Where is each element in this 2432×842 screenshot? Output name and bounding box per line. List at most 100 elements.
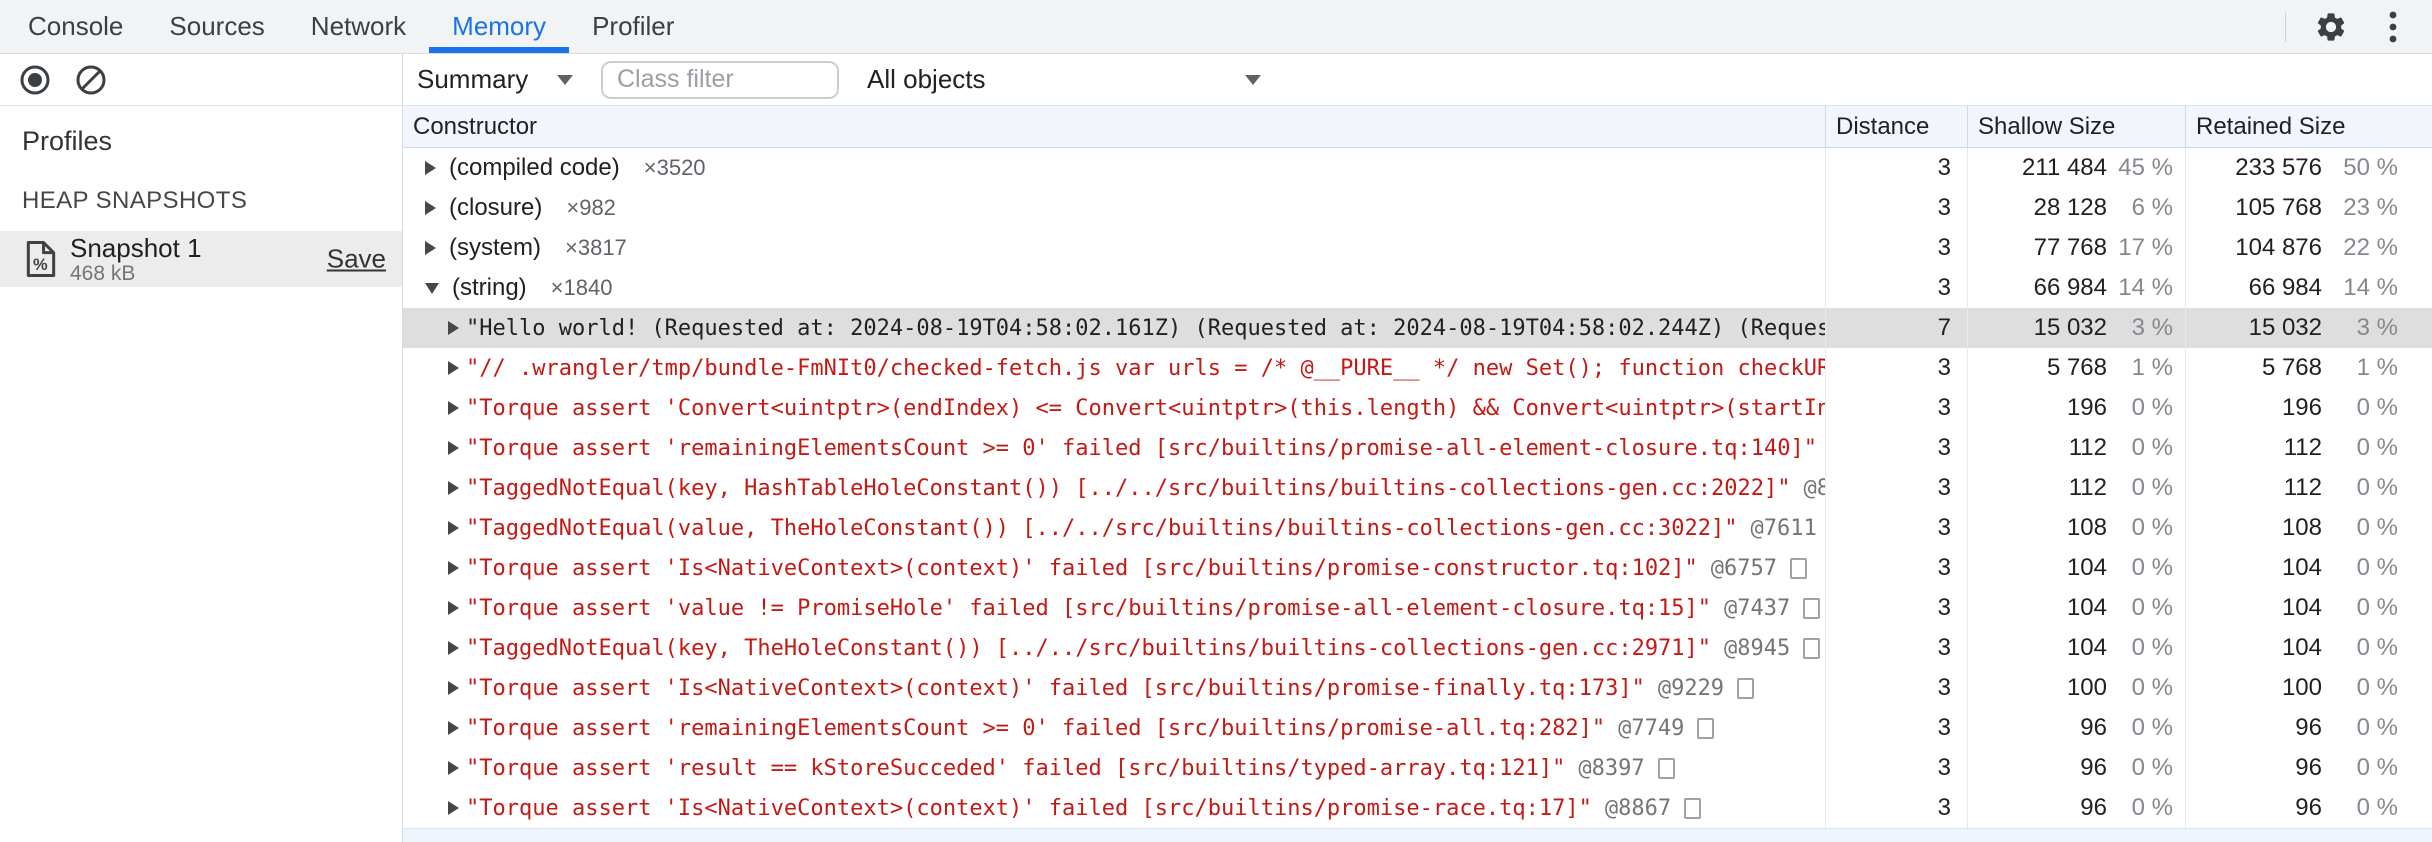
expand-arrow-icon[interactable] xyxy=(448,681,459,695)
column-header-shallow-size[interactable]: Shallow Size xyxy=(1967,106,2185,147)
retained-size-percent: 0 % xyxy=(2356,714,2398,741)
retained-size-value: 96 xyxy=(2295,754,2322,781)
clear-profiles-icon[interactable] xyxy=(74,63,108,97)
link-icon[interactable] xyxy=(1803,597,1821,619)
string-value: "TaggedNotEqual(key, TheHoleConstant()) … xyxy=(466,635,1712,661)
perspective-select[interactable]: Summary xyxy=(403,64,587,95)
distance-cell: 3 xyxy=(1825,708,1967,748)
table-row[interactable]: "Torque assert 'remainingElementsCount >… xyxy=(403,708,2432,748)
expand-arrow-icon[interactable] xyxy=(448,481,459,495)
snapshot-name: Snapshot 1 xyxy=(70,232,202,263)
retained-size-value: 108 xyxy=(2281,514,2322,541)
chevron-down-icon xyxy=(1245,74,1261,85)
record-heap-snapshot-icon[interactable] xyxy=(18,63,52,97)
shallow-size-percent: 0 % xyxy=(2131,754,2173,781)
table-row[interactable]: "Torque assert 'value != PromiseHole' fa… xyxy=(403,588,2432,628)
expand-arrow-icon[interactable] xyxy=(425,201,436,215)
table-row[interactable]: "Torque assert 'Convert<uintptr>(endInde… xyxy=(403,388,2432,428)
save-snapshot-link[interactable]: Save xyxy=(327,244,386,275)
constructor-cell: (compiled code) ×3520 xyxy=(403,148,1825,188)
shallow-size-value: 104 xyxy=(2066,554,2107,581)
distance-cell: 3 xyxy=(1825,228,1967,268)
string-value: "TaggedNotEqual(value, TheHoleConstant()… xyxy=(466,515,1738,541)
column-header-constructor[interactable]: Constructor xyxy=(403,106,1825,147)
expand-arrow-icon[interactable] xyxy=(448,761,459,775)
table-row[interactable]: (closure) ×982 3 28 128 6 % 105 768 23 % xyxy=(403,188,2432,228)
link-icon[interactable] xyxy=(1697,717,1715,739)
expand-arrow-icon[interactable] xyxy=(425,161,436,175)
retained-size-cell: 233 576 50 % xyxy=(2185,148,2432,188)
retained-size-cell: 96 0 % xyxy=(2185,708,2432,748)
expand-arrow-icon[interactable] xyxy=(448,561,459,575)
three-dot-menu-icon[interactable] xyxy=(2376,10,2410,44)
tab-console[interactable]: Console xyxy=(5,0,146,53)
expand-arrow-icon[interactable] xyxy=(448,801,459,815)
table-row[interactable]: "Torque assert 'result == kStoreSucceded… xyxy=(403,748,2432,788)
sidebar-item-snapshot-1[interactable]: % Snapshot 1 468 kB Save xyxy=(0,231,402,287)
table-row[interactable]: (string) ×1840 3 66 984 14 % 66 984 14 % xyxy=(403,268,2432,308)
table-row[interactable]: "Torque assert 'Is<NativeContext>(contex… xyxy=(403,668,2432,708)
shallow-size-percent: 0 % xyxy=(2131,394,2173,421)
settings-gear-icon[interactable] xyxy=(2314,10,2348,44)
shallow-size-percent: 0 % xyxy=(2131,554,2173,581)
shallow-size-cell: 104 0 % xyxy=(1967,588,2185,628)
retained-size-cell: 104 0 % xyxy=(2185,588,2432,628)
column-header-retained-size[interactable]: Retained Size xyxy=(2185,106,2432,147)
expand-arrow-icon[interactable] xyxy=(448,601,459,615)
shallow-size-percent: 0 % xyxy=(2131,514,2173,541)
table-row[interactable]: "// .wrangler/tmp/bundle-FmNIt0/checked-… xyxy=(403,348,2432,388)
table-row[interactable]: (system) ×3817 3 77 768 17 % 104 876 22 … xyxy=(403,228,2432,268)
string-value-wrap: "Torque assert 'Convert<uintptr>(endInde… xyxy=(466,396,1825,421)
distance-cell: 3 xyxy=(1825,468,1967,508)
expand-arrow-icon[interactable] xyxy=(448,521,459,535)
shallow-size-percent: 17 % xyxy=(2118,234,2173,261)
table-row[interactable]: "Torque assert 'Is<NativeContext>(contex… xyxy=(403,788,2432,828)
expand-arrow-icon[interactable] xyxy=(448,401,459,415)
expand-arrow-icon[interactable] xyxy=(448,321,459,335)
tab-memory[interactable]: Memory xyxy=(429,0,569,53)
expand-arrow-icon[interactable] xyxy=(425,241,436,255)
expand-arrow-icon[interactable] xyxy=(448,361,459,375)
retained-size-percent: 0 % xyxy=(2356,474,2398,501)
shallow-size-value: 112 xyxy=(2068,474,2107,501)
retained-size-cell: 112 0 % xyxy=(2185,468,2432,508)
link-icon[interactable] xyxy=(1790,557,1808,579)
link-icon[interactable] xyxy=(1803,637,1821,659)
expand-arrow-icon[interactable] xyxy=(425,282,439,294)
constructor-cell: (system) ×3817 xyxy=(403,228,1825,268)
tab-profiler[interactable]: Profiler xyxy=(569,0,697,53)
column-header-distance[interactable]: Distance xyxy=(1825,106,1967,147)
link-icon[interactable] xyxy=(1737,677,1755,699)
object-id: @7749 xyxy=(1618,715,1685,741)
shallow-size-percent: 0 % xyxy=(2131,794,2173,821)
table-row[interactable]: "TaggedNotEqual(value, TheHoleConstant()… xyxy=(403,508,2432,548)
table-row[interactable]: "Torque assert 'Is<NativeContext>(contex… xyxy=(403,548,2432,588)
tab-sources[interactable]: Sources xyxy=(146,0,287,53)
expand-arrow-icon[interactable] xyxy=(448,721,459,735)
objects-filter-select[interactable]: All objects xyxy=(853,64,1273,95)
expand-arrow-icon[interactable] xyxy=(448,641,459,655)
table-row[interactable]: "Hello world! (Requested at: 2024-08-19T… xyxy=(403,308,2432,348)
link-icon[interactable] xyxy=(1684,797,1702,819)
tab-network[interactable]: Network xyxy=(288,0,429,53)
grid-body: (compiled code) ×3520 3 211 484 45 % 233… xyxy=(403,148,2432,828)
devtools-memory-panel: Console Sources Network Memory Profiler xyxy=(0,0,2432,842)
link-icon[interactable] xyxy=(1657,757,1675,779)
string-value: "Torque assert 'Is<NativeContext>(contex… xyxy=(466,555,1698,581)
shallow-size-percent: 45 % xyxy=(2118,154,2173,181)
retained-size-percent: 23 % xyxy=(2343,194,2398,221)
shallow-size-value: 15 032 xyxy=(2033,314,2107,341)
table-row[interactable]: (compiled code) ×3520 3 211 484 45 % 233… xyxy=(403,148,2432,188)
object-id: @7611 xyxy=(1750,515,1817,541)
retained-size-value: 66 984 xyxy=(2248,274,2322,301)
retained-size-percent: 0 % xyxy=(2356,754,2398,781)
table-row[interactable]: "Torque assert 'remainingElementsCount >… xyxy=(403,428,2432,468)
table-row[interactable]: "TaggedNotEqual(key, HashTableHoleConsta… xyxy=(403,468,2432,508)
expand-arrow-icon[interactable] xyxy=(448,441,459,455)
distance-cell: 3 xyxy=(1825,788,1967,828)
shallow-size-percent: 3 % xyxy=(2131,314,2173,341)
shallow-size-value: 100 xyxy=(2066,674,2107,701)
constructor-cell: "Torque assert 'Is<NativeContext>(contex… xyxy=(403,788,1825,828)
class-filter-input[interactable] xyxy=(601,60,839,99)
table-row[interactable]: "TaggedNotEqual(key, TheHoleConstant()) … xyxy=(403,628,2432,668)
